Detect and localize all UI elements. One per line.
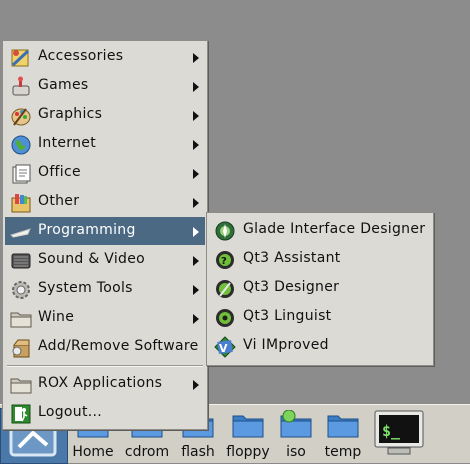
submenu-item-vim[interactable]: V Vi IMproved [209,332,431,360]
office-icon [12,164,31,184]
launcher-iso[interactable]: iso [278,408,314,462]
launcher-label: iso [286,444,306,460]
graphics-icon [11,108,31,126]
terminal-icon: $_ [374,410,424,455]
package-icon [12,339,30,358]
menu-item-label: Graphics [38,106,103,122]
submenu-arrow-icon [193,169,199,179]
menu-item-label: ROX Applications [38,375,163,391]
submenu-item-label: Qt3 Linguist [243,308,332,324]
menu-item-add-remove-software[interactable]: Add/Remove Software [5,333,205,361]
temp-folder-icon [327,415,359,438]
games-icon [12,76,30,96]
menu-item-games[interactable]: Games [5,72,205,100]
launcher-label: flash [181,444,215,460]
submenu-item-qt3-designer[interactable]: Qt3 Designer [209,274,431,302]
qt-linguist-icon [216,309,234,327]
other-icon [11,194,31,213]
menu-item-system-tools[interactable]: System Tools [5,275,205,303]
floppy-folder-icon [232,415,264,438]
submenu-item-qt3-assistant[interactable]: ? Qt3 Assistant [209,245,431,273]
wine-folder-icon [10,312,32,328]
menu-item-accessories[interactable]: Accessories [5,43,205,71]
iso-folder-icon [280,410,312,438]
submenu-item-label: Qt3 Designer [243,279,340,295]
launcher-label: floppy [226,444,270,460]
submenu-arrow-icon [193,82,199,92]
launcher-terminal[interactable]: $_ [372,408,426,462]
menu-item-label: Logout... [38,404,102,420]
submenu-arrow-icon [193,111,199,121]
qt-designer-icon [216,280,234,298]
menu-item-label: Accessories [38,48,124,64]
programming-icon [10,228,31,238]
submenu-arrow-icon [193,53,199,63]
menu-item-wine[interactable]: Wine [5,304,205,332]
menu-separator [7,365,203,367]
programming-submenu: Glade Interface Designer ? Qt3 Assistant… [206,212,434,366]
launcher-temp[interactable]: temp [320,408,366,462]
menu-item-label: System Tools [38,280,133,296]
submenu-arrow-icon [193,380,199,390]
submenu-item-qt3-linguist[interactable]: Qt3 Linguist [209,303,431,331]
applications-menu: Accessories Games Graphics Internet Offi… [2,40,208,430]
launcher-floppy[interactable]: floppy [222,408,274,462]
menu-item-other[interactable]: Other [5,188,205,216]
submenu-arrow-icon [193,227,199,237]
submenu-item-label: Glade Interface Designer [243,221,426,237]
internet-globe-icon [11,135,31,155]
sound-video-icon [11,253,31,269]
svg-text:?: ? [221,256,227,267]
launcher-label: temp [324,444,362,460]
submenu-arrow-icon [193,314,199,324]
menu-item-label: Programming [38,222,136,238]
menu-item-rox-applications[interactable]: ROX Applications [5,370,205,398]
menu-item-label: Wine [38,309,75,325]
menu-item-sound-video[interactable]: Sound & Video [5,246,205,274]
menu-item-label: Games [38,77,89,93]
menu-item-label: Internet [38,135,96,151]
svg-text:V: V [219,342,228,355]
accessories-icon [11,49,30,67]
logout-icon [11,404,31,424]
system-tools-icon [12,281,30,299]
submenu-arrow-icon [193,198,199,208]
launcher-label: cdrom [124,444,170,460]
glade-icon [215,221,235,241]
qt-assistant-icon: ? [216,251,234,269]
menu-item-label: Office [38,164,81,180]
vim-icon: V [214,336,236,358]
submenu-item-glade[interactable]: Glade Interface Designer [209,216,431,244]
menu-item-graphics[interactable]: Graphics [5,101,205,129]
submenu-item-label: Vi IMproved [243,337,329,353]
submenu-arrow-icon [193,256,199,266]
menu-item-logout[interactable]: Logout... [5,399,205,427]
menu-item-office[interactable]: Office [5,159,205,187]
svg-text:$_: $_ [382,422,401,440]
menu-item-programming[interactable]: Programming [5,217,205,245]
submenu-arrow-icon [193,285,199,295]
menu-item-label: Add/Remove Software [38,338,199,354]
submenu-item-label: Qt3 Assistant [243,250,341,266]
menu-item-label: Sound & Video [38,251,146,267]
submenu-arrow-icon [193,140,199,150]
menu-item-label: Other [38,193,80,209]
launcher-label: Home [72,444,114,460]
menu-item-internet[interactable]: Internet [5,130,205,158]
rox-folder-icon [10,378,32,394]
